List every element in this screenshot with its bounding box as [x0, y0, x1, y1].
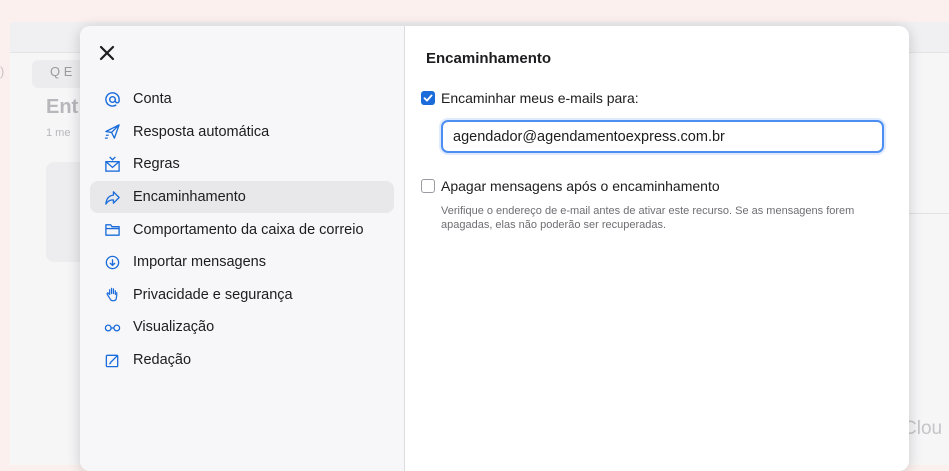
settings-sidebar: Conta Resposta automática Regras Encamin… [80, 26, 405, 471]
close-button[interactable] [96, 42, 118, 64]
settings-content: Encaminhamento Encaminhar meus e-mails p… [405, 26, 909, 471]
compose-icon [103, 351, 121, 369]
glasses-icon [103, 318, 121, 336]
sidebar-item-redacao[interactable]: Redação [90, 344, 394, 377]
background-search-text: Q E [50, 64, 73, 79]
close-icon [99, 45, 115, 61]
forward-email-input[interactable] [441, 120, 884, 153]
background-edge-glyph: ) [0, 64, 5, 79]
background-mailbox-count: 1 me [46, 127, 71, 139]
forward-arrow-icon [103, 188, 121, 206]
sidebar-item-label: Comportamento da caixa de correio [133, 221, 364, 238]
sidebar-item-label: Visualização [133, 319, 215, 336]
forward-checkbox-label: Encaminhar meus e-mails para: [441, 90, 639, 106]
checkmark-icon [423, 94, 433, 102]
sidebar-item-visualizacao[interactable]: Visualização [90, 311, 394, 344]
sidebar-item-importar[interactable]: Importar mensagens [90, 246, 394, 279]
settings-modal: Conta Resposta automática Regras Encamin… [80, 26, 909, 471]
background-mailbox-title: Ent [46, 96, 79, 118]
section-title: Encaminhamento [426, 50, 552, 67]
sidebar-item-label: Conta [133, 91, 172, 108]
sidebar-item-label: Regras [133, 156, 180, 173]
sidebar-item-encaminhamento[interactable]: Encaminhamento [90, 180, 394, 214]
sidebar-item-regras[interactable]: Regras [90, 148, 394, 181]
sidebar-item-label: Importar mensagens [133, 254, 266, 271]
sidebar-item-label: Privacidade e segurança [133, 286, 293, 303]
sidebar-item-resposta-automatica[interactable]: Resposta automática [90, 116, 394, 149]
forward-checkbox[interactable] [421, 91, 435, 105]
delete-hint-text: Verifique o endereço de e-mail antes de … [441, 205, 855, 231]
envelope-sort-icon [103, 155, 121, 173]
settings-nav: Conta Resposta automática Regras Encamin… [90, 83, 394, 376]
delete-checkbox[interactable] [421, 179, 435, 193]
delete-checkbox-label: Apagar mensagens após o encaminhamento [441, 178, 720, 194]
paper-plane-icon [103, 123, 121, 141]
sidebar-item-label: Encaminhamento [133, 189, 246, 206]
sidebar-item-label: Resposta automática [133, 123, 270, 140]
sidebar-item-conta[interactable]: Conta [90, 83, 394, 116]
download-circle-icon [103, 253, 121, 271]
at-icon [103, 90, 121, 108]
delete-checkbox-row[interactable]: Apagar mensagens após o encaminhamento [421, 178, 720, 194]
forward-checkbox-row[interactable]: Encaminhar meus e-mails para: [421, 90, 639, 106]
sidebar-item-label: Redação [133, 352, 192, 369]
sidebar-item-privacidade[interactable]: Privacidade e segurança [90, 279, 394, 312]
sidebar-item-comportamento[interactable]: Comportamento da caixa de correio [90, 213, 394, 246]
background-divider [908, 213, 949, 214]
hand-icon [103, 286, 121, 304]
folder-icon [103, 221, 121, 239]
